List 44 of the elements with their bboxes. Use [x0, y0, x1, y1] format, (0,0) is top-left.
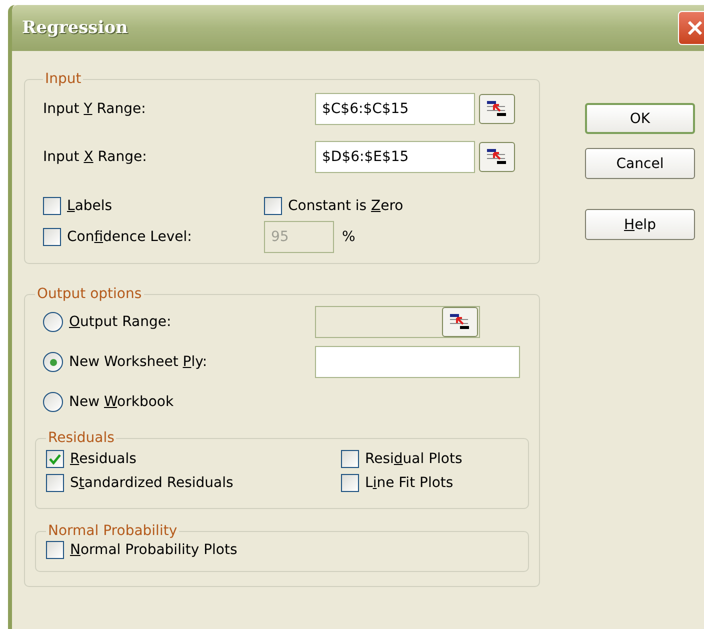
checkmark-icon: [49, 454, 61, 464]
range-picker-button[interactable]: [442, 307, 478, 337]
checkbox-label: Standardized Residuals: [70, 475, 234, 491]
close-button[interactable]: [678, 11, 704, 45]
input-field[interactable]: [315, 346, 520, 378]
checkbox-label: Normal Probability Plots: [70, 542, 238, 558]
radio-label: New Workbook: [69, 394, 174, 410]
dialog-button[interactable]: Help: [585, 209, 695, 240]
checkbox[interactable]: [341, 474, 359, 492]
checkbox[interactable]: [46, 541, 64, 559]
window-title: Regression: [22, 18, 128, 38]
checkbox-label: Confidence Level:: [67, 229, 192, 245]
input-field[interactable]: $C$6:$C$15: [315, 93, 475, 125]
group-title: Normal Probability: [47, 523, 178, 539]
checkbox-label: Line Fit Plots: [365, 475, 454, 491]
group-title: Output options: [36, 286, 143, 302]
radio-label: Output Range:: [69, 314, 172, 330]
range-picker-icon: [450, 314, 470, 330]
radio-label: New Worksheet Ply:: [69, 354, 208, 370]
checkbox[interactable]: [43, 197, 61, 215]
checkbox[interactable]: [46, 450, 64, 468]
range-picker-icon: [487, 101, 507, 117]
group-title: Input: [44, 71, 82, 87]
field-label: Input Y Range:: [43, 101, 147, 117]
checkbox[interactable]: [264, 197, 282, 215]
range-picker-button[interactable]: [479, 142, 515, 172]
radio-button[interactable]: [43, 312, 63, 332]
checkbox[interactable]: [341, 450, 359, 468]
range-picker-icon: [487, 149, 507, 165]
dialog-button[interactable]: OK: [585, 103, 695, 134]
close-icon: [687, 20, 703, 36]
checkbox-label: Residual Plots: [365, 451, 462, 467]
range-picker-button[interactable]: [479, 94, 515, 124]
dialog-button[interactable]: Cancel: [585, 148, 695, 179]
checkbox-label: Labels: [67, 198, 112, 214]
checkbox-label: Constant is Zero: [288, 198, 404, 214]
radio-button[interactable]: [43, 392, 63, 412]
unit-label: %: [342, 229, 356, 245]
checkbox-label: Residuals: [70, 451, 136, 467]
checkbox[interactable]: [46, 474, 64, 492]
input-field[interactable]: $D$6:$E$15: [315, 141, 475, 173]
radio-button[interactable]: [43, 352, 63, 372]
group-title: Residuals: [47, 430, 116, 446]
field-label: Input X Range:: [43, 149, 148, 165]
